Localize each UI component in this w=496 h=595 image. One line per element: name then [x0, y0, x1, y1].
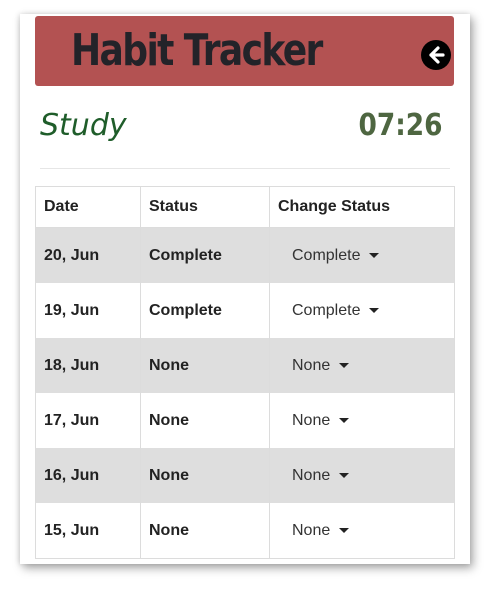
status-dropdown[interactable]: None: [292, 466, 350, 485]
dropdown-value: None: [292, 356, 331, 374]
change-status-cell: Complete: [269, 227, 455, 283]
column-header-change-status: Change Status: [269, 186, 455, 228]
table-row: 15, Jun None None: [35, 503, 455, 559]
table-row: 17, Jun None None: [35, 393, 455, 448]
row-date: 16, Jun: [35, 448, 141, 503]
change-status-cell: None: [269, 503, 455, 559]
status-dropdown[interactable]: Complete: [292, 301, 380, 320]
caret-down-icon: [339, 363, 350, 368]
change-status-cell: None: [269, 338, 455, 393]
row-date: 20, Jun: [35, 227, 141, 283]
dropdown-value: Complete: [292, 301, 361, 319]
row-status: None: [140, 503, 270, 559]
caret-down-icon: [339, 528, 350, 533]
table-row: 18, Jun None None: [35, 338, 455, 393]
row-status: Complete: [140, 227, 270, 283]
change-status-cell: Complete: [269, 283, 455, 338]
table-row: 16, Jun None None: [35, 448, 455, 503]
status-dropdown[interactable]: None: [292, 356, 350, 375]
caret-down-icon: [339, 473, 350, 478]
status-dropdown[interactable]: None: [292, 521, 350, 540]
table-row: 20, Jun Complete Complete: [35, 227, 455, 283]
row-date: 15, Jun: [35, 503, 141, 559]
caret-down-icon: [369, 253, 380, 258]
row-status: None: [140, 338, 270, 393]
app-header: Habit Tracker: [35, 16, 454, 86]
row-status: None: [140, 448, 270, 503]
arrow-left-circle-icon: [429, 46, 445, 64]
row-date: 18, Jun: [35, 338, 141, 393]
column-header-date: Date: [35, 186, 141, 228]
habit-name: Study: [40, 108, 127, 143]
table-row: 19, Jun Complete Complete: [35, 283, 455, 338]
habit-log-table: Date Status Change Status 20, Jun Comple…: [35, 186, 455, 559]
status-dropdown[interactable]: Complete: [292, 246, 380, 265]
row-status: None: [140, 393, 270, 448]
table-header-row: Date Status Change Status: [35, 186, 455, 228]
dropdown-value: Complete: [292, 246, 361, 264]
column-header-status: Status: [140, 186, 270, 228]
row-date: 17, Jun: [35, 393, 141, 448]
dropdown-value: None: [292, 521, 331, 539]
dropdown-value: None: [292, 466, 331, 484]
row-date: 19, Jun: [35, 283, 141, 338]
caret-down-icon: [369, 308, 380, 313]
habit-card: Habit Tracker Study 07:26 Date Status Ch…: [20, 14, 470, 564]
status-dropdown[interactable]: None: [292, 411, 350, 430]
row-status: Complete: [140, 283, 270, 338]
app-title: Habit Tracker: [71, 25, 323, 76]
back-button[interactable]: [421, 40, 451, 70]
dropdown-value: None: [292, 411, 331, 429]
time-display: 07:26: [357, 108, 442, 143]
change-status-cell: None: [269, 393, 455, 448]
change-status-cell: None: [269, 448, 455, 503]
caret-down-icon: [339, 418, 350, 423]
divider: [40, 168, 450, 169]
